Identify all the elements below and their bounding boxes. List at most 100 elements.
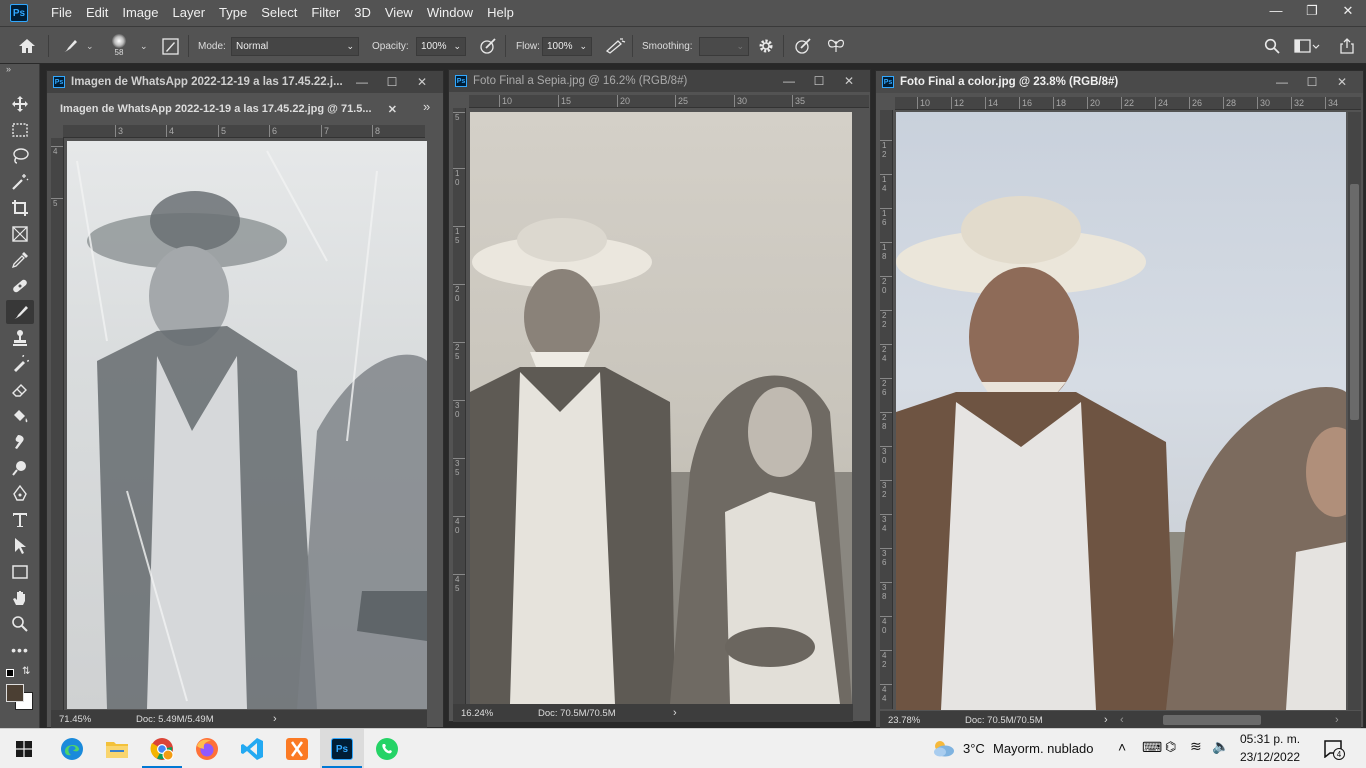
scroll-left-icon[interactable]: ‹: [1120, 714, 1124, 726]
status-expand-icon[interactable]: ›: [1104, 714, 1108, 726]
menu-help[interactable]: Help: [480, 0, 521, 26]
eraser-tool-icon[interactable]: [6, 378, 34, 402]
eyedropper-tool-icon[interactable]: [6, 248, 34, 272]
chrome-browser-icon[interactable]: [140, 729, 184, 768]
collapse-panel-icon[interactable]: »: [6, 64, 11, 74]
meet-now-icon[interactable]: ⌨: [1142, 739, 1162, 756]
smudge-tool-icon[interactable]: [6, 430, 34, 454]
restore-icon[interactable]: ☐: [377, 71, 407, 93]
default-colors-icon[interactable]: [6, 669, 14, 677]
zoom-level[interactable]: 16.24%: [453, 708, 538, 719]
vscode-icon[interactable]: [230, 729, 274, 768]
language-input-icon[interactable]: ⌬: [1165, 739, 1176, 755]
more-tools-icon[interactable]: •••: [6, 638, 34, 662]
menu-window[interactable]: Window: [420, 0, 480, 26]
zoom-level[interactable]: 23.78%: [880, 715, 965, 726]
canvas-color-photo[interactable]: [896, 112, 1346, 710]
pressure-size-icon[interactable]: [793, 27, 813, 65]
path-selection-tool-icon[interactable]: [6, 534, 34, 558]
zoom-tool-icon[interactable]: [6, 612, 34, 636]
mode-select[interactable]: Normal ⌄: [231, 27, 359, 65]
windows-start-icon[interactable]: [2, 729, 46, 768]
scroll-right-icon[interactable]: ›: [1335, 714, 1339, 726]
close-tab-icon[interactable]: ✕: [388, 103, 397, 116]
show-hidden-icons-chevron-icon[interactable]: ˄: [1118, 739, 1126, 755]
swap-colors-icon[interactable]: ⇅: [22, 666, 30, 677]
chevron-down-icon[interactable]: ⌄: [140, 27, 148, 65]
clock-time[interactable]: 05:31 p. m.: [1240, 732, 1300, 746]
dodge-tool-icon[interactable]: [6, 456, 34, 480]
magic-wand-tool-icon[interactable]: [6, 170, 34, 194]
photoshop-taskbar-icon[interactable]: Ps: [320, 729, 364, 768]
brush-settings-panel-icon[interactable]: [162, 27, 179, 65]
restore-icon[interactable]: ☐: [1297, 71, 1327, 93]
status-expand-icon[interactable]: ›: [673, 707, 677, 719]
close-icon[interactable]: ✕: [834, 70, 864, 92]
clock-date[interactable]: 23/12/2022: [1240, 750, 1300, 764]
brush-preset-picker[interactable]: 58: [112, 27, 126, 65]
menu-image[interactable]: Image: [115, 0, 165, 26]
horizontal-scrollbar-thumb[interactable]: [1163, 715, 1261, 725]
close-icon[interactable]: ✕: [1327, 71, 1357, 93]
menu-file[interactable]: File: [44, 0, 79, 26]
pen-tool-icon[interactable]: [6, 482, 34, 506]
marquee-tool-icon[interactable]: [6, 118, 34, 142]
minimize-icon[interactable]: —: [774, 70, 804, 92]
move-tool-icon[interactable]: [6, 92, 34, 116]
minimize-icon[interactable]: —: [1258, 0, 1294, 22]
foreground-color-swatch[interactable]: [6, 684, 24, 702]
restore-icon[interactable]: ☐: [804, 70, 834, 92]
menu-filter[interactable]: Filter: [304, 0, 347, 26]
scrollbar-thumb[interactable]: [1350, 184, 1359, 420]
history-brush-tool-icon[interactable]: [6, 352, 34, 376]
file-explorer-icon[interactable]: [95, 729, 139, 768]
notification-center-icon[interactable]: 4: [1324, 740, 1345, 763]
airbrush-icon[interactable]: [604, 27, 626, 65]
home-icon[interactable]: [18, 27, 36, 65]
crop-tool-icon[interactable]: [6, 196, 34, 220]
menu-view[interactable]: View: [378, 0, 420, 26]
close-icon[interactable]: ✕: [1330, 0, 1366, 22]
close-icon[interactable]: ✕: [407, 71, 437, 93]
menu-layer[interactable]: Layer: [166, 0, 213, 26]
wifi-icon[interactable]: ≋: [1190, 738, 1202, 755]
firefox-browser-icon[interactable]: [185, 729, 229, 768]
edge-browser-icon[interactable]: [50, 729, 94, 768]
document-tab[interactable]: Imagen de WhatsApp 2022-12-19 a las 17.4…: [51, 97, 403, 121]
canvas-whatsapp-photo[interactable]: [67, 141, 427, 709]
clone-stamp-tool-icon[interactable]: [6, 326, 34, 350]
flow-field[interactable]: 100% ⌄: [542, 27, 592, 65]
whatsapp-icon[interactable]: [365, 729, 409, 768]
menu-select[interactable]: Select: [254, 0, 304, 26]
frame-tool-icon[interactable]: [6, 222, 34, 246]
menu-edit[interactable]: Edit: [79, 0, 115, 26]
vertical-scrollbar[interactable]: [1348, 112, 1361, 710]
restore-icon[interactable]: ❐: [1294, 0, 1330, 22]
zoom-level[interactable]: 71.45%: [51, 714, 136, 725]
weather-cloud-icon[interactable]: [930, 738, 956, 763]
type-tool-icon[interactable]: [6, 508, 34, 532]
volume-icon[interactable]: 🔈: [1212, 738, 1229, 755]
symmetry-butterfly-icon[interactable]: [826, 27, 846, 65]
minimize-icon[interactable]: —: [1267, 71, 1297, 93]
search-icon[interactable]: [1264, 27, 1280, 65]
weather-temperature[interactable]: 3°C: [963, 741, 985, 756]
menu-3d[interactable]: 3D: [347, 0, 378, 26]
hand-tool-icon[interactable]: [6, 586, 34, 610]
rectangle-tool-icon[interactable]: [6, 560, 34, 584]
brush-tool-preset-icon[interactable]: ⌄: [60, 27, 94, 65]
status-expand-icon[interactable]: ›: [273, 713, 277, 725]
pressure-opacity-icon[interactable]: [478, 27, 498, 65]
weather-description[interactable]: Mayorm. nublado: [993, 741, 1093, 756]
smoothing-field[interactable]: ⌄: [699, 27, 749, 65]
workspace-icon[interactable]: [1294, 27, 1320, 65]
tab-overflow-icon[interactable]: »: [423, 99, 430, 114]
gear-icon[interactable]: [758, 27, 774, 65]
healing-brush-tool-icon[interactable]: [6, 274, 34, 298]
lasso-tool-icon[interactable]: [6, 144, 34, 168]
brush-tool-icon[interactable]: [6, 300, 34, 324]
minimize-icon[interactable]: —: [347, 71, 377, 93]
canvas-sepia-photo[interactable]: [470, 112, 852, 704]
xampp-icon[interactable]: [275, 729, 319, 768]
paint-bucket-tool-icon[interactable]: [6, 404, 34, 428]
